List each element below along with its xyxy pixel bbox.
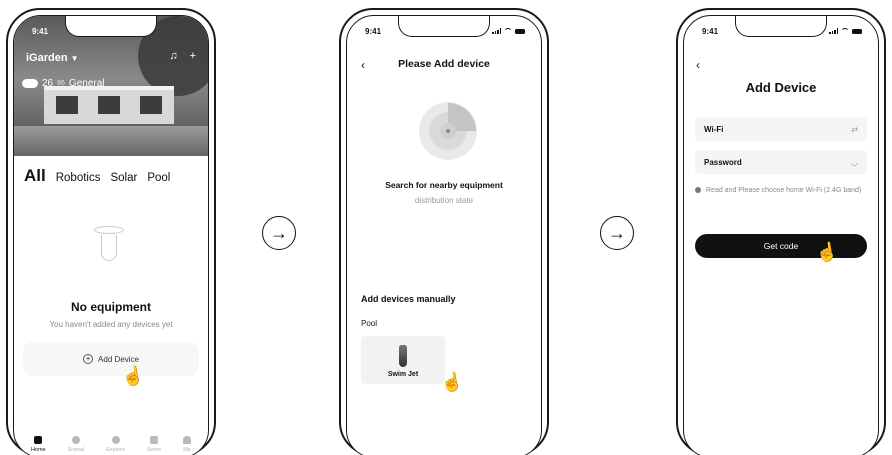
cloud-icon [22,79,38,88]
scene-icon [71,436,80,444]
tab-home[interactable]: Home [31,436,46,453]
right-arrow-circle-icon: → [600,216,634,250]
swap-icon[interactable]: ⇄ [851,125,858,134]
hand-pointer-icon: ☝ [120,364,146,388]
page-title: Please Add device [398,58,490,70]
weather-quality: General [68,78,105,89]
phone-home-screen: 9:41 iGarden ▼ ♫ + 26 86 General All Robo… [6,8,216,455]
tab-explore-label: Explore [106,447,125,453]
home-selector[interactable]: iGarden ▼ [26,52,79,64]
status-time: 9:41 [32,27,49,36]
empty-title: No equipment [71,300,151,314]
phone-notch [65,16,157,37]
status-icons [829,28,862,34]
info-icon [695,187,701,193]
wifi-field[interactable]: Wi-Fi ⇄ [695,117,867,141]
tab-scenal[interactable]: Scenal [67,436,85,453]
hero-actions: ♫ + [169,50,196,62]
weather-temp: 26 [42,78,54,89]
add-device-button[interactable]: + Add Device [23,342,199,376]
battery-icon [852,28,862,34]
device-group-label: Pool [361,319,378,328]
hand-pointer-icon: ☝ [439,370,465,394]
explore-icon [111,436,120,444]
tab-scenal-label: Scenal [67,447,85,453]
weather-bar: 26 86 General [22,78,105,89]
get-code-button[interactable]: Get code [695,234,867,258]
wifi-label: Wi-Fi [704,124,724,134]
tab-serve-label: Serve [146,447,162,453]
tab-explore[interactable]: Explore [106,436,125,453]
device-card-swim-jet[interactable]: Swim Jet [361,336,445,384]
hint-text: Read and Please choose home Wi-Fi (2.4G … [706,187,862,194]
tab-serve[interactable]: Serve [147,436,161,453]
weather-pm: 86 [57,80,65,87]
tab-robotics[interactable]: Robotics [56,172,101,184]
status-icons [492,28,525,34]
empty-device-icon [94,226,124,266]
tab-all[interactable]: All [24,166,46,186]
tab-solar[interactable]: Solar [110,172,137,184]
status-time: 9:41 [365,27,382,36]
password-label: Password [704,157,742,167]
page-title: Add Device [745,80,817,95]
plus-circle-icon: + [83,354,94,364]
bottom-tabbar: Home Scenal Explore Serve Me [14,436,208,453]
phone-notch [735,16,827,37]
wifi-icon [841,28,849,34]
eye-closed-icon[interactable]: ◡ [851,158,858,167]
tab-pool[interactable]: Pool [147,172,170,184]
signal-icon [492,28,501,34]
phone-scan-screen: 9:41 ‹ Please Add device Search for near… [339,8,549,455]
add-icon[interactable]: + [190,50,196,62]
tab-me-label: Me [183,447,191,453]
hand-pointer-icon: ☝ [814,240,840,264]
signal-icon [829,28,838,34]
right-arrow-circle-icon: → [262,216,296,250]
add-device-label: Add Device [98,354,139,364]
phone-add-device-screen: 9:41 ‹ Add Device Wi-Fi ⇄ Password ◡ Rea… [676,8,886,455]
status-time: 9:41 [702,27,719,36]
heart-icon [149,436,158,444]
tab-me[interactable]: Me [183,436,192,453]
caret-down-icon: ▼ [70,54,79,63]
swim-jet-device-icon [399,345,407,367]
user-icon [183,436,192,444]
add-device-screen: 9:41 ‹ Add Device Wi-Fi ⇄ Password ◡ Rea… [683,15,879,455]
phone-notch [398,16,490,37]
bell-icon[interactable]: ♫ [169,50,177,62]
home-icon [34,436,43,444]
empty-subtitle: You haven't added any devices yet [49,320,173,329]
wifi-hint: Read and Please choose home Wi-Fi (2.4G … [695,184,864,197]
category-tabs: All Robotics Solar Pool [24,166,170,186]
search-status: distribution state [414,196,474,205]
brand-name: iGarden [26,52,68,64]
password-field[interactable]: Password ◡ [695,150,867,174]
manual-section-title: Add devices manually [361,294,456,304]
radar-scan-icon [419,102,477,160]
tab-home-label: Home [30,447,46,453]
battery-icon [515,28,525,34]
get-code-label: Get code [763,241,799,251]
home-screen: 9:41 iGarden ▼ ♫ + 26 86 General All Robo… [13,15,209,455]
device-name: Swim Jet [387,371,419,378]
search-title: Search for nearby equipment [385,180,503,190]
wifi-icon [504,28,512,34]
back-chevron-icon[interactable]: ‹ [696,58,700,72]
